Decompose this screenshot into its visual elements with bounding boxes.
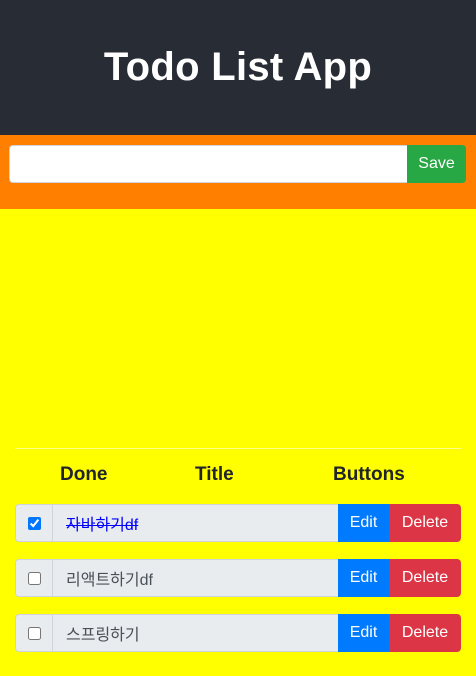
todo-title: 스프링하기: [52, 614, 339, 652]
done-checkbox[interactable]: [27, 626, 41, 640]
todo-title: 자바하기df: [52, 504, 339, 542]
done-checkbox-cell: [15, 559, 53, 597]
todo-row: 리액트하기df Edit Delete: [15, 559, 461, 597]
app-header: Todo List App: [0, 0, 476, 135]
done-checkbox[interactable]: [27, 516, 41, 530]
done-checkbox-cell: [15, 614, 53, 652]
todo-input[interactable]: [9, 145, 408, 183]
save-button[interactable]: Save: [407, 145, 466, 183]
done-checkbox-cell: [15, 504, 53, 542]
app-title: Todo List App: [103, 45, 373, 89]
column-header-title: Title: [195, 464, 234, 485]
divider: [15, 448, 461, 449]
delete-button[interactable]: Delete: [389, 614, 461, 652]
todo-row: 스프링하기 Edit Delete: [15, 614, 461, 652]
column-header-buttons: Buttons: [333, 464, 405, 485]
edit-button[interactable]: Edit: [338, 559, 389, 597]
done-checkbox[interactable]: [27, 571, 41, 585]
edit-button[interactable]: Edit: [338, 614, 389, 652]
column-header-done: Done: [60, 464, 108, 485]
delete-button[interactable]: Delete: [389, 559, 461, 597]
edit-button[interactable]: Edit: [338, 504, 389, 542]
todo-title: 리액트하기df: [52, 559, 339, 597]
todo-input-bar: Save: [0, 135, 476, 209]
delete-button[interactable]: Delete: [389, 504, 461, 542]
todo-row: 자바하기df Edit Delete: [15, 504, 461, 542]
